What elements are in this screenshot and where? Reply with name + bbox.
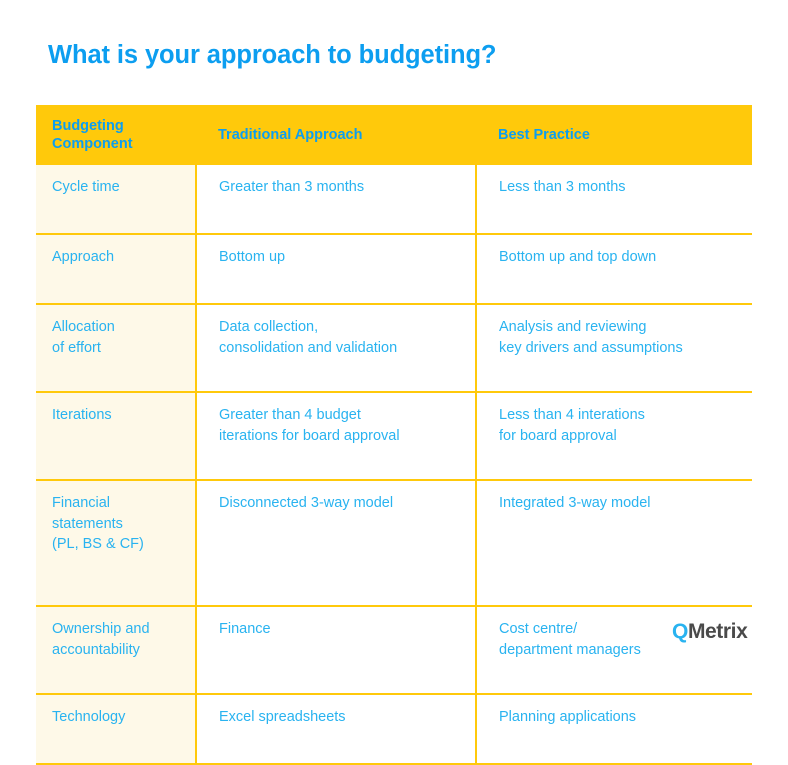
cell-component: Ownership and accountability xyxy=(36,606,197,695)
cell-traditional: Greater than 4 budget iterations for boa… xyxy=(196,392,477,481)
cell-line: Greater than 3 months xyxy=(219,179,365,195)
qmetrix-logo: QMetrix xyxy=(672,620,748,644)
cell-line: statements xyxy=(52,515,123,532)
table-row: Technology Excel spreadsheets Planning a… xyxy=(36,694,752,765)
cell-component: Financial statements (PL, BS & CF) xyxy=(36,480,197,607)
cell-line: accountability xyxy=(52,641,140,658)
cell-component: Approach xyxy=(36,234,197,305)
cell-line: of effort xyxy=(52,339,101,356)
cell-traditional: Greater than 3 months xyxy=(196,165,477,235)
cell-component: Iterations xyxy=(36,392,197,481)
cell-traditional: Disconnected 3-way model xyxy=(196,480,477,607)
column-header-budgeting-component: Budgeting Component xyxy=(36,105,196,165)
table-row: Cycle time Greater than 3 months Less th… xyxy=(36,165,752,235)
cell-best-practice: Analysis and reviewing key drivers and a… xyxy=(476,304,752,393)
cell-best-practice: Integrated 3-way model xyxy=(476,480,752,607)
cell-line: Less than 3 months xyxy=(499,179,626,195)
cell-line: Bottom up and top down xyxy=(499,249,657,265)
cell-line: Integrated 3-way model xyxy=(499,495,651,511)
cell-line: Excel spreadsheets xyxy=(219,709,346,725)
cell-best-practice: Planning applications xyxy=(476,694,752,765)
cell-traditional: Data collection, consolidation and valid… xyxy=(196,304,477,393)
page-title: What is your approach to budgeting? xyxy=(48,41,497,69)
cell-best-practice: Less than 4 interations for board approv… xyxy=(476,392,752,481)
cell-line: iterations for board approval xyxy=(219,427,400,444)
cell-line: Cycle time xyxy=(52,179,120,195)
cell-line: Financial xyxy=(52,495,111,511)
column-header-line: Component xyxy=(52,136,133,152)
table-header: Budgeting Component Traditional Approach… xyxy=(36,105,752,165)
cell-traditional: Excel spreadsheets xyxy=(196,694,477,765)
comparison-table-container: Budgeting Component Traditional Approach… xyxy=(36,105,752,765)
cell-component: Allocation of effort xyxy=(36,304,197,393)
cell-line: Data collection, xyxy=(219,319,319,335)
cell-traditional: Bottom up xyxy=(196,234,477,305)
table-body: Cycle time Greater than 3 months Less th… xyxy=(36,165,752,765)
column-header-best-practice: Best Practice xyxy=(476,105,752,165)
cell-line: Less than 4 interations xyxy=(499,407,645,423)
table-header-row: Budgeting Component Traditional Approach… xyxy=(36,105,752,165)
cell-line: Approach xyxy=(52,249,115,265)
cell-best-practice: Bottom up and top down xyxy=(476,234,752,305)
cell-component: Cycle time xyxy=(36,165,197,235)
cell-line: Iterations xyxy=(52,407,112,423)
table-row: Approach Bottom up Bottom up and top dow… xyxy=(36,234,752,305)
table-row: Iterations Greater than 4 budget iterati… xyxy=(36,392,752,481)
cell-line: Planning applications xyxy=(499,709,637,725)
cell-line: Ownership and xyxy=(52,621,150,637)
cell-line: Allocation xyxy=(52,319,115,335)
table-row: Financial statements (PL, BS & CF) Disco… xyxy=(36,480,752,607)
logo-q-mark: Q xyxy=(672,620,688,643)
cell-line: key drivers and assumptions xyxy=(499,339,683,356)
column-header-line: Budgeting xyxy=(52,117,124,134)
cell-line: Bottom up xyxy=(219,249,286,265)
cell-line: Disconnected 3-way model xyxy=(219,495,394,511)
table-row: Ownership and accountability Finance Cos… xyxy=(36,606,752,695)
column-header-traditional-approach: Traditional Approach xyxy=(196,105,476,165)
cell-line: for board approval xyxy=(499,427,617,444)
cell-line: (PL, BS & CF) xyxy=(52,536,144,553)
cell-traditional: Finance xyxy=(196,606,477,695)
cell-component: Technology xyxy=(36,694,197,765)
cell-line: Greater than 4 budget xyxy=(219,407,361,423)
cell-best-practice: Less than 3 months xyxy=(476,165,752,235)
cell-line: Analysis and reviewing xyxy=(499,319,647,335)
logo-wordmark: Metrix xyxy=(687,620,748,643)
cell-line: Technology xyxy=(52,709,126,725)
cell-line: Finance xyxy=(219,621,271,637)
cell-line: consolidation and validation xyxy=(219,339,398,356)
page-canvas: What is your approach to budgeting? Budg… xyxy=(0,0,788,765)
budgeting-comparison-table: Budgeting Component Traditional Approach… xyxy=(36,105,752,765)
table-row: Allocation of effort Data collection, co… xyxy=(36,304,752,393)
